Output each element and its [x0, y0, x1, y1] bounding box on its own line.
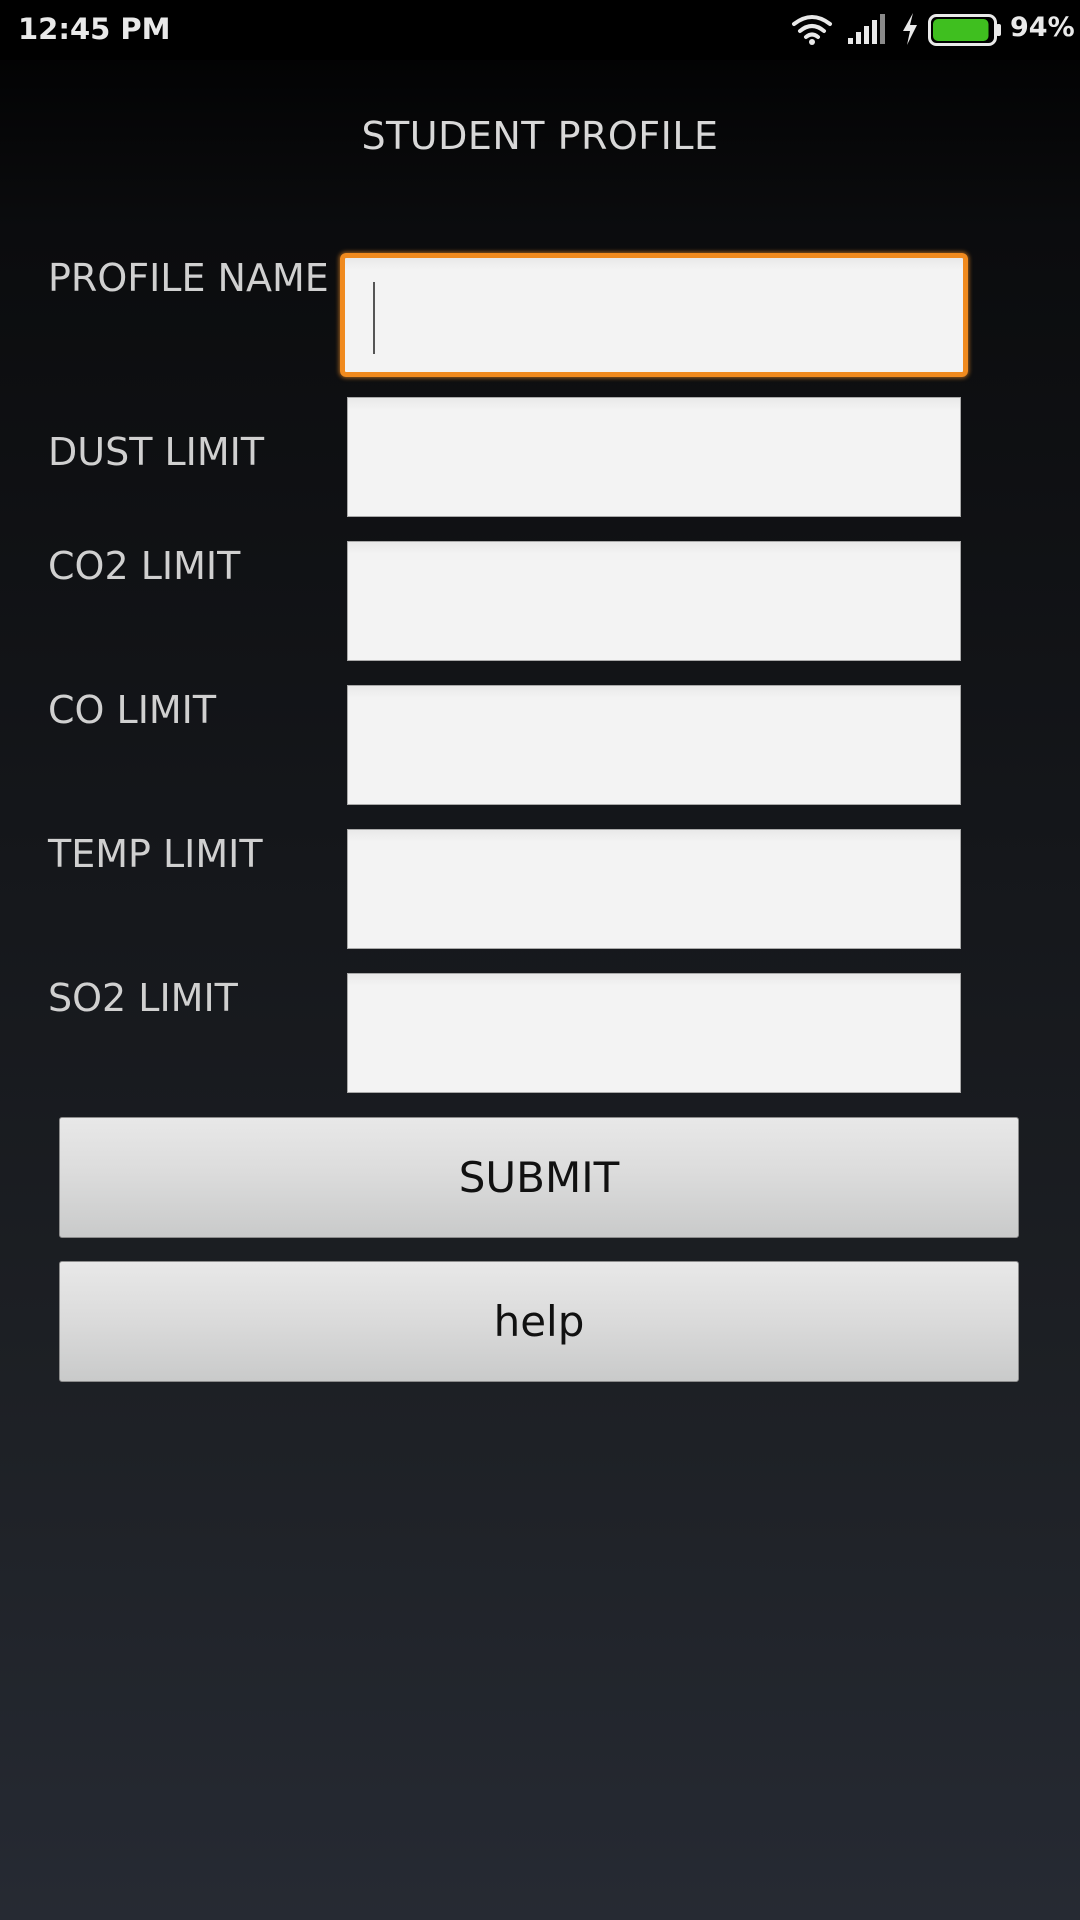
co2-limit-input[interactable] — [348, 542, 960, 660]
co2-limit-field[interactable] — [347, 541, 961, 661]
dust-limit-field[interactable] — [347, 397, 961, 517]
battery-percent: 94% — [1010, 12, 1075, 43]
profile-name-label: PROFILE NAME — [48, 256, 329, 300]
temp-limit-input[interactable] — [348, 830, 960, 948]
page-title: STUDENT PROFILE — [361, 114, 719, 158]
status-time: 12:45 PM — [18, 12, 171, 46]
temp-limit-field[interactable] — [347, 829, 961, 949]
charging-bolt-icon — [903, 13, 917, 45]
co-limit-field[interactable] — [347, 685, 961, 805]
status-bar: 12:45 PM 94% — [0, 0, 1080, 60]
signal-icon — [848, 14, 885, 44]
battery-icon — [928, 14, 1001, 46]
profile-name-field[interactable] — [340, 253, 968, 377]
co2-limit-label: CO2 LIMIT — [48, 544, 241, 588]
so2-limit-field[interactable] — [347, 973, 961, 1093]
temp-limit-label: TEMP LIMIT — [48, 832, 263, 876]
submit-button[interactable]: SUBMIT — [59, 1117, 1019, 1238]
text-caret — [373, 282, 375, 354]
so2-limit-input[interactable] — [348, 974, 960, 1092]
profile-name-input[interactable] — [345, 258, 963, 372]
wifi-icon — [792, 15, 832, 45]
help-button[interactable]: help — [59, 1261, 1019, 1382]
co-limit-input[interactable] — [348, 686, 960, 804]
dust-limit-label: DUST LIMIT — [48, 430, 265, 474]
so2-limit-label: SO2 LIMIT — [48, 976, 238, 1020]
co-limit-label: CO LIMIT — [48, 688, 217, 732]
dust-limit-input[interactable] — [348, 398, 960, 516]
